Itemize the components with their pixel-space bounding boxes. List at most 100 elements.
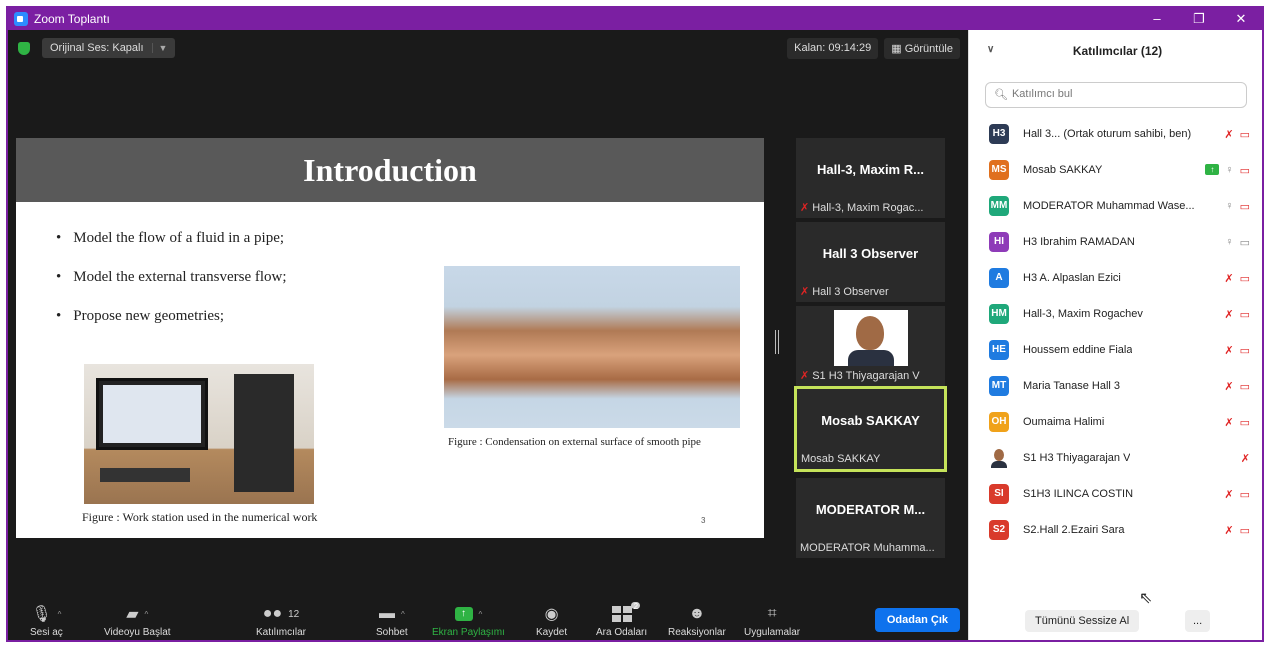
chevron-down-icon[interactable]: ▼ (151, 43, 167, 53)
participant-search-input[interactable]: 🔍︎ Katılımcı bul (985, 82, 1247, 108)
apps-button[interactable]: ⌗ Uygulamalar (744, 603, 800, 638)
split-drag-handle[interactable] (775, 330, 779, 354)
avatar: A (989, 268, 1009, 288)
chevron-down-icon[interactable]: ∨ (987, 44, 994, 55)
encryption-shield-icon[interactable] (18, 41, 30, 55)
participant-row[interactable]: SI S1H3 ILINCA COSTIN ✗ ▭ (969, 476, 1262, 512)
mic-muted-icon[interactable]: ✗ (1224, 308, 1233, 321)
video-off-icon[interactable]: ▭ (1240, 416, 1250, 429)
mic-muted-icon[interactable]: ✗ (1224, 272, 1233, 285)
share-screen-icon: ↑ (454, 607, 473, 621)
workstation-photo (84, 364, 314, 504)
start-video-button[interactable]: ▰ ^ Videoyu Başlat (104, 603, 171, 638)
participant-row[interactable]: MS Mosab SAKKAY ↑ ♀ ▭ (969, 152, 1262, 188)
video-off-icon[interactable]: ▭ (1240, 308, 1250, 321)
more-options-button[interactable]: ... (1185, 610, 1211, 632)
minimize-icon[interactable]: – (1136, 8, 1178, 30)
avatar: MS (989, 160, 1009, 180)
reactions-button[interactable]: ☻ Reaksiyonlar (668, 603, 726, 638)
video-off-icon[interactable]: ▭ (1240, 272, 1250, 285)
avatar: MM (989, 196, 1009, 216)
record-button[interactable]: ◉ Kaydet (536, 603, 567, 638)
avatar (989, 448, 1009, 468)
shared-slide: Introduction Model the flow of a fluid i… (16, 138, 764, 538)
panel-footer: Tümünü Sessize Al ... (969, 598, 1262, 640)
mic-muted-icon[interactable]: ✗ (1224, 488, 1233, 501)
video-off-icon[interactable]: ▭ (1240, 128, 1250, 141)
original-sound-button[interactable]: Orijinal Ses: Kapalı ▼ (42, 38, 176, 58)
video-tile[interactable]: Hall 3 Observer ✗ Hall 3 Observer (796, 222, 945, 302)
video-tile[interactable]: Hall-3, Maxim R... ✗ Hall-3, Maxim Rogac.… (796, 138, 945, 218)
breakout-rooms-icon: 2 (611, 602, 640, 622)
video-off-icon[interactable]: ▭ (1240, 200, 1250, 213)
mic-muted-icon[interactable]: ✗ (1224, 416, 1233, 429)
chevron-up-icon[interactable]: ^ (58, 610, 62, 619)
mic-muted-icon: ✗ (800, 370, 810, 382)
leave-meeting-button[interactable]: Odadan Çık (874, 608, 960, 632)
video-icon[interactable]: ▭ (1240, 236, 1250, 249)
view-button[interactable]: ▦ Görüntüle (884, 38, 960, 59)
bullet-item: Model the external transverse flow; (56, 269, 286, 286)
pipe-caption: Figure : Condensation on external surfac… (448, 436, 701, 448)
chevron-up-icon[interactable]: ^ (479, 610, 483, 619)
participant-row[interactable]: S2 S2.Hall 2.Ezairi Sara ✗ ▭ (969, 512, 1262, 548)
chevron-up-icon[interactable]: ^ (401, 610, 405, 619)
mic-muted-icon: 🎙 (31, 606, 52, 623)
mic-muted-icon[interactable]: ✗ (1224, 344, 1233, 357)
mic-muted-icon[interactable]: ✗ (1224, 380, 1233, 393)
share-screen-button[interactable]: ↑ ^ Ekran Paylaşımı (432, 603, 505, 638)
apps-icon: ⌗ (767, 605, 777, 622)
meeting-area: Orijinal Ses: Kapalı ▼ Kalan: 09:14:29 ▦… (8, 30, 966, 640)
participant-row[interactable]: S1 H3 Thiyagarajan V ✗ (969, 440, 1262, 476)
slide-title: Introduction (16, 138, 764, 202)
reaction-smiley-icon: ☻ (688, 605, 706, 622)
video-off-icon[interactable]: ▭ (1240, 488, 1250, 501)
share-screen-icon: ↑ (1205, 163, 1220, 175)
mic-muted-icon[interactable]: ✗ (1224, 128, 1233, 141)
mic-icon[interactable]: ♀ (1225, 164, 1233, 177)
video-off-icon[interactable]: ▭ (1240, 524, 1250, 537)
chat-icon: ▬ (378, 605, 395, 622)
record-icon: ◉ (544, 606, 559, 623)
mute-all-button[interactable]: Tümünü Sessize Al (1025, 610, 1140, 632)
remaining-time: Kalan: 09:14:29 (787, 38, 879, 59)
video-tile-active-speaker[interactable]: Mosab SAKKAY Mosab SAKKAY (794, 386, 947, 472)
participant-video (834, 310, 908, 366)
mic-muted-icon: ✗ (800, 286, 810, 298)
window-title: Zoom Toplantı (34, 12, 110, 26)
participant-row[interactable]: OH Oumaima Halimi ✗ ▭ (969, 404, 1262, 440)
mic-icon[interactable]: ♀ (1225, 236, 1233, 249)
avatar: MT (989, 376, 1009, 396)
close-icon[interactable]: ✕ (1220, 8, 1262, 30)
participant-row[interactable]: MM MODERATOR Muhammad Wase... ♀ ▭ (969, 188, 1262, 224)
bullet-item: Model the flow of a fluid in a pipe; (56, 230, 287, 247)
participant-row[interactable]: MT Maria Tanase Hall 3 ✗ ▭ (969, 368, 1262, 404)
video-off-icon[interactable]: ▭ (1240, 344, 1250, 357)
video-tile[interactable]: ✗ S1 H3 Thiyagarajan V (796, 306, 945, 386)
bullet-item: Propose new geometries; (56, 308, 287, 325)
mic-muted-icon[interactable]: ✗ (1224, 524, 1233, 537)
mic-muted-icon[interactable]: ✗ (1241, 452, 1250, 465)
maximize-icon[interactable]: ❐ (1178, 8, 1220, 30)
search-icon: 🔍︎ (994, 89, 1008, 101)
participants-button[interactable]: ●● 12 Katılımcılar (256, 603, 306, 638)
slide-bullets: Model the flow of a fluid in a pipe; Mod… (56, 230, 287, 347)
video-off-icon[interactable]: ▭ (1240, 380, 1250, 393)
video-tile[interactable]: MODERATOR M... MODERATOR Muhamma... (796, 478, 945, 558)
participant-row[interactable]: H3 Hall 3... (Ortak oturum sahibi, ben) … (969, 116, 1262, 152)
top-right-controls: Kalan: 09:14:29 ▦ Görüntüle (787, 38, 960, 59)
chat-button[interactable]: ▬ ^ Sohbet (376, 603, 408, 638)
mic-icon[interactable]: ♀ (1225, 200, 1233, 213)
participant-row[interactable]: HE Houssem eddine Fiala ✗ ▭ (969, 332, 1262, 368)
panel-title: Katılımcılar (12) (1072, 44, 1163, 58)
chevron-up-icon[interactable]: ^ (145, 610, 149, 619)
avatar: S2 (989, 520, 1009, 540)
unmute-button[interactable]: 🎙 ^ Sesi aç (30, 603, 63, 638)
participant-row[interactable]: HM Hall-3, Maxim Rogachev ✗ ▭ (969, 296, 1262, 332)
video-off-icon[interactable]: ▭ (1240, 164, 1250, 177)
participant-row[interactable]: HI H3 Ibrahim RAMADAN ♀ ▭ (969, 224, 1262, 260)
top-left-controls: Orijinal Ses: Kapalı ▼ (18, 38, 176, 58)
participant-row[interactable]: A H3 A. Alpaslan Ezici ✗ ▭ (969, 260, 1262, 296)
avatar: OH (989, 412, 1009, 432)
breakout-rooms-button[interactable]: 2 Ara Odaları (596, 602, 647, 638)
